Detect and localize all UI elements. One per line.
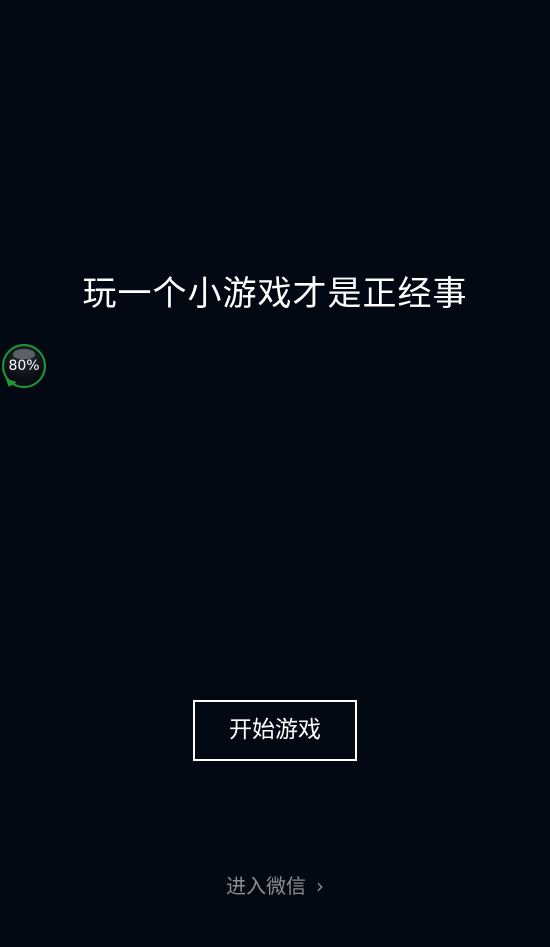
game-splash-screen: 玩一个小游戏才是正经事 80% 开始游戏 进入微信 › <box>0 0 550 947</box>
badge-percent-label: 80% <box>8 358 40 374</box>
enter-wechat-link[interactable]: 进入微信 › <box>0 872 550 900</box>
floating-progress-badge[interactable]: 80% <box>2 344 46 389</box>
chevron-right-icon: › <box>316 874 324 898</box>
enter-wechat-label: 进入微信 <box>226 874 306 898</box>
start-game-button[interactable]: 开始游戏 <box>193 700 357 761</box>
headline-text: 玩一个小游戏才是正经事 <box>82 274 468 314</box>
